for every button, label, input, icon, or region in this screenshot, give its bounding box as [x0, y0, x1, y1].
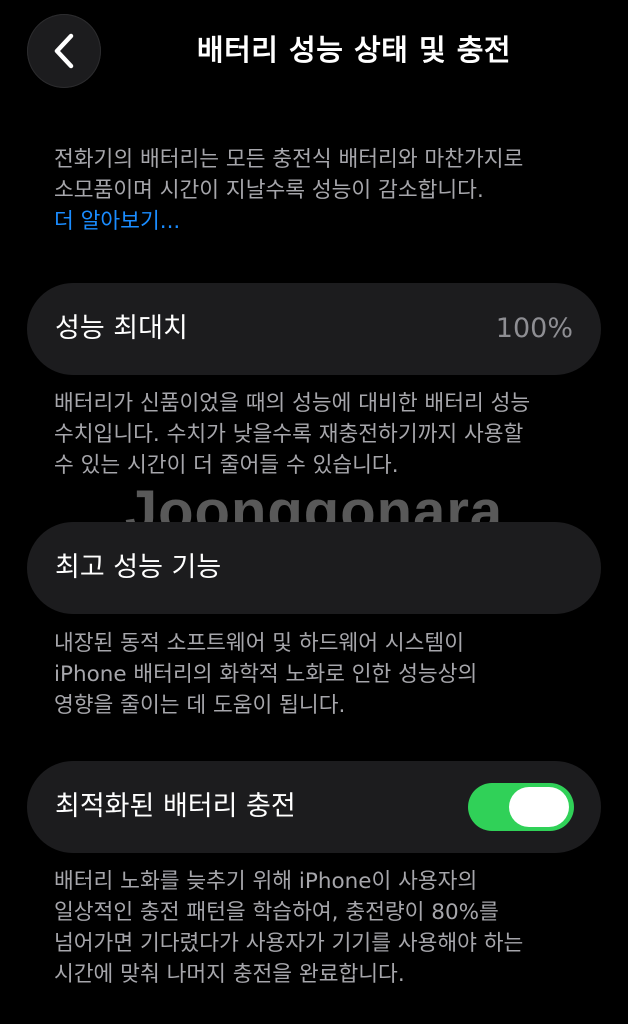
page-title: 배터리 성능 상태 및 충전 — [196, 33, 512, 67]
peak-performance-description: 내장된 동적 소프트웨어 및 하드웨어 시스템이 iPhone 배터리의 화학적… — [54, 628, 592, 721]
maximum-capacity-row: 성능 최대치 100% — [27, 283, 601, 375]
description-line: 수 있는 시간이 더 줄어들 수 있습니다. — [54, 453, 399, 478]
navigation-bar: 배터리 성능 상태 및 충전 — [0, 0, 628, 100]
back-button[interactable] — [27, 14, 101, 88]
peak-performance-row[interactable]: 최고 성능 기능 — [27, 522, 601, 614]
description-line: iPhone 배터리의 화학적 노화로 인한 성능상의 — [54, 662, 478, 687]
description-line: 시간에 맞춰 나머지 충전을 완료합니다. — [54, 962, 405, 987]
peak-performance-label: 최고 성능 기능 — [55, 552, 222, 583]
description-line: 일상적인 충전 패턴을 학습하여, 충전량이 80%를 — [54, 900, 499, 925]
optimized-charging-row: 최적화된 배터리 충전 — [27, 761, 601, 853]
description-line: 내장된 동적 소프트웨어 및 하드웨어 시스템이 — [54, 631, 464, 656]
maximum-capacity-label: 성능 최대치 — [55, 313, 188, 344]
toggle-knob — [509, 787, 569, 827]
intro-line: 소모품이며 시간이 지날수록 성능이 감소합니다. — [54, 178, 484, 203]
intro-text: 전화기의 배터리는 모든 충전식 배터리와 마찬가지로 소모품이며 시간이 지날… — [54, 144, 588, 237]
intro-line: 전화기의 배터리는 모든 충전식 배터리와 마찬가지로 — [54, 147, 524, 172]
optimized-charging-toggle[interactable] — [468, 783, 574, 831]
optimized-charging-description: 배터리 노화를 늦추기 위해 iPhone이 사용자의 일상적인 충전 패턴을 … — [54, 866, 592, 990]
description-line: 배터리 노화를 늦추기 위해 iPhone이 사용자의 — [54, 869, 478, 894]
learn-more-link[interactable]: 더 알아보기... — [54, 206, 588, 237]
description-line: 넘어가면 기다렸다가 사용자가 기기를 사용해야 하는 — [54, 931, 524, 956]
description-line: 배터리가 신품이었을 때의 성능에 대비한 배터리 성능 — [54, 391, 531, 416]
maximum-capacity-value: 100% — [495, 313, 573, 344]
optimized-charging-label: 최적화된 배터리 충전 — [55, 791, 296, 822]
description-line: 영향을 줄이는 데 도움이 됩니다. — [54, 693, 346, 718]
maximum-capacity-description: 배터리가 신품이었을 때의 성능에 대비한 배터리 성능 수치입니다. 수치가 … — [54, 388, 592, 481]
chevron-left-icon — [51, 32, 77, 70]
description-line: 수치입니다. 수치가 낮을수록 재충전하기까지 사용할 — [54, 422, 524, 447]
